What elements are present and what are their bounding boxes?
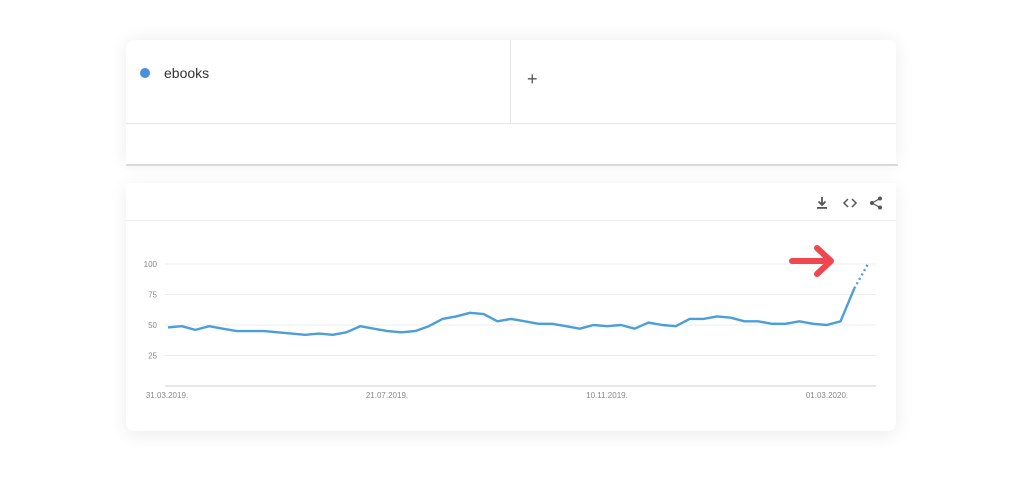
y-axis-ticks: 25 50 75 100 xyxy=(144,260,158,361)
series-line xyxy=(167,287,856,336)
x-tick-label: 21.07.2019. xyxy=(366,391,408,400)
series-line-partial xyxy=(853,263,870,289)
y-tick-label: 25 xyxy=(148,352,157,361)
y-tick-label: 50 xyxy=(148,321,157,330)
series-layer xyxy=(167,263,870,336)
grid xyxy=(165,263,876,387)
x-axis-ticks: 31.03.2019. 21.07.2019. 10.11.2019. 01.03.2… xyxy=(146,391,848,400)
y-tick-label: 75 xyxy=(148,291,157,300)
y-tick-label: 100 xyxy=(144,260,158,269)
x-tick-label: 10.11.2019. xyxy=(586,391,628,400)
x-tick-label: 01.03.2020. xyxy=(806,391,848,400)
annotation-arrow xyxy=(789,245,834,277)
line-chart: 25 50 75 100 31.03.2019. 21.07.2019. 10.11.20… xyxy=(144,245,876,400)
x-tick-label: 31.03.2019. xyxy=(146,391,188,400)
